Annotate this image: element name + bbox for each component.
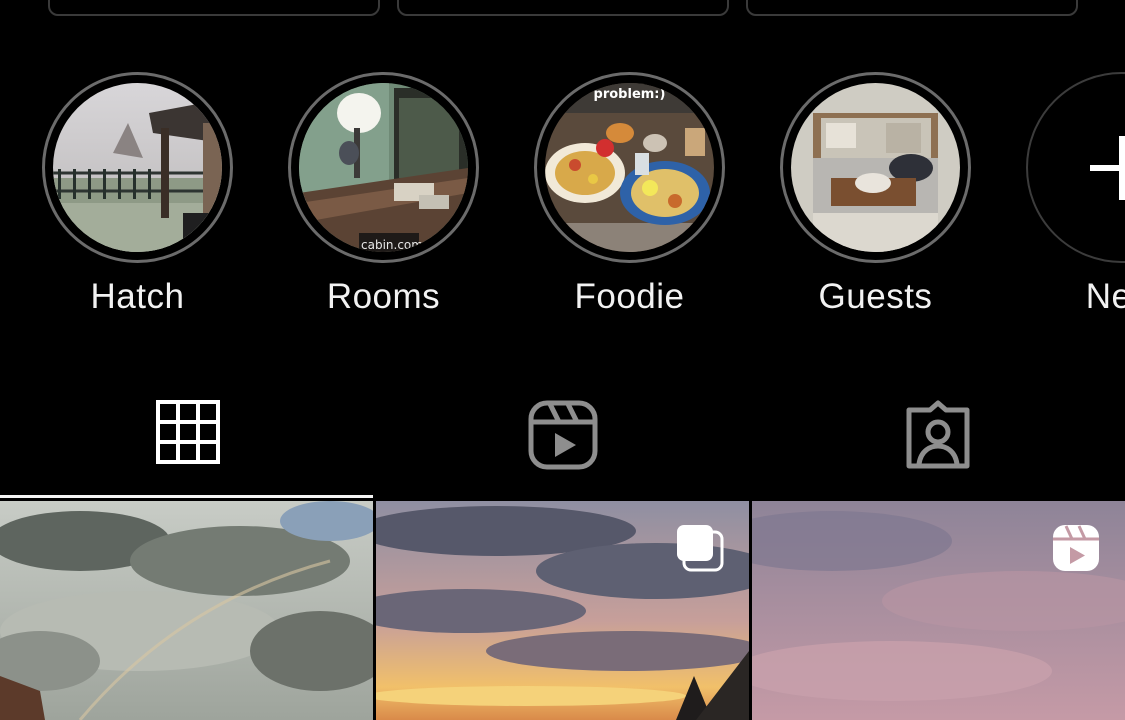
- highlight-hatch[interactable]: Hatch: [42, 72, 233, 317]
- room-desk-photo: cabin.com: [299, 83, 468, 252]
- highlight-label: Foodie: [574, 277, 685, 316]
- profile-action-buttons: [48, 0, 1078, 16]
- highlight-label: Guests: [818, 277, 933, 316]
- highlight-ring: [780, 72, 971, 263]
- highlight-new[interactable]: New: [1026, 72, 1125, 317]
- highlight-label: Hatch: [90, 277, 185, 316]
- grid-icon: [155, 400, 220, 464]
- profile-tabs: [0, 388, 1125, 498]
- svg-text:cabin.com: cabin.com: [361, 238, 423, 252]
- highlight-ring: [1026, 72, 1125, 263]
- tab-reels[interactable]: [375, 388, 750, 498]
- highlight-ring: problem:): [534, 72, 725, 263]
- highlight-ring: [42, 72, 233, 263]
- plus-icon: [1089, 135, 1125, 200]
- post-thumbnail[interactable]: [752, 501, 1125, 720]
- share-profile-button[interactable]: [397, 0, 729, 16]
- food-plates-photo: problem:): [545, 83, 714, 252]
- reels-icon: [1053, 525, 1099, 571]
- highlight-rooms[interactable]: cabin.com Rooms: [288, 72, 479, 317]
- tagged-person-icon: [906, 400, 969, 469]
- highlight-foodie[interactable]: problem:) Foodie: [534, 72, 725, 317]
- highlight-label: New: [1085, 277, 1125, 316]
- profile-page: Hatch cabin.com Rooms problem:) Foodie G…: [0, 0, 1125, 720]
- post-thumbnail[interactable]: [0, 501, 373, 720]
- highlight-guests[interactable]: Guests: [780, 72, 971, 317]
- bed-tray-photo: [791, 83, 960, 252]
- edit-profile-button[interactable]: [48, 0, 380, 16]
- highlight-label: Rooms: [326, 277, 441, 316]
- tab-posts-grid[interactable]: [0, 388, 375, 498]
- carousel-icon: [677, 525, 724, 572]
- reels-icon: [528, 400, 597, 470]
- snowy-yard-photo: [53, 83, 222, 252]
- contact-button[interactable]: [746, 0, 1078, 16]
- highlight-ring: cabin.com: [288, 72, 479, 263]
- highlight-overlay-text: problem:): [593, 87, 666, 102]
- posts-grid: [0, 501, 1125, 720]
- cloudy-sky-rainbow-photo: [0, 501, 373, 720]
- tab-tagged[interactable]: [750, 388, 1125, 498]
- post-thumbnail[interactable]: [376, 501, 749, 720]
- story-highlights: Hatch cabin.com Rooms problem:) Foodie G…: [42, 72, 1125, 317]
